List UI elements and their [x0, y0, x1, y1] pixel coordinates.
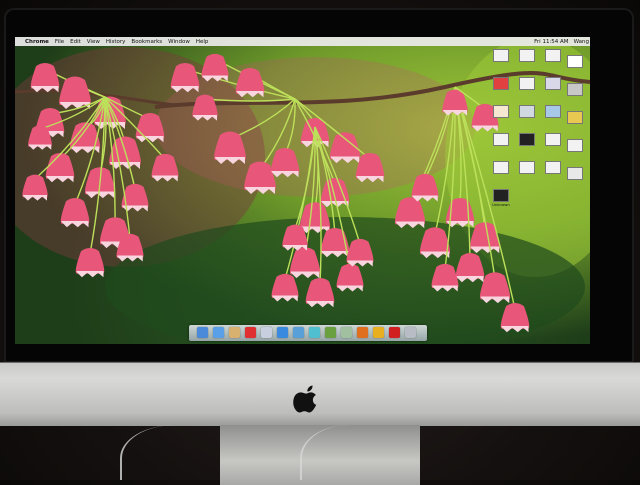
desktop-icon[interactable]: [542, 105, 564, 128]
desktop-icon[interactable]: Unknown: [490, 189, 512, 212]
desktop-icon-label: [564, 153, 586, 162]
desktop-icon-thumbnail: [545, 49, 561, 62]
desktop-icon-label: [516, 175, 538, 184]
dock: [189, 325, 427, 341]
desktop-icon-thumbnail: [519, 77, 535, 90]
desktop-icon[interactable]: [564, 139, 586, 162]
menu-clock[interactable]: Fri 11:54 AM: [534, 39, 568, 45]
desktop-icon[interactable]: [490, 161, 512, 184]
menu-history[interactable]: History: [106, 39, 126, 45]
desktop-icon-label: [564, 181, 586, 190]
desktop-icon-thumbnail: [519, 161, 535, 174]
desktop-icon[interactable]: [542, 77, 564, 100]
minecraft-icon[interactable]: [325, 327, 336, 338]
desktop-icon[interactable]: [542, 49, 564, 72]
desktop-icon-label: [542, 147, 564, 156]
desktop-icon-thumbnail: [519, 49, 535, 62]
photos-icon[interactable]: [229, 327, 240, 338]
desktop-icon-label: [490, 63, 512, 72]
menu-status-area: Fri 11:54 AM Wang: [534, 39, 590, 45]
kindle-icon[interactable]: [309, 327, 320, 338]
app-icon[interactable]: [341, 327, 352, 338]
desktop-icon-label: [564, 97, 586, 106]
desktop-icons: Unknown: [490, 49, 590, 309]
desktop-icon-thumbnail: [567, 111, 583, 124]
finder-icon[interactable]: [197, 327, 208, 338]
desktop-icon-thumbnail: [545, 161, 561, 174]
desktop-icon-thumbnail: [493, 49, 509, 62]
desktop-icon-label: [564, 125, 586, 134]
desktop-icon[interactable]: [542, 133, 564, 156]
desktop-icon-label: [516, 63, 538, 72]
firefox-icon[interactable]: [357, 327, 368, 338]
menu-view[interactable]: View: [87, 39, 100, 45]
desktop-icon[interactable]: [490, 133, 512, 156]
menu-edit[interactable]: Edit: [70, 39, 81, 45]
desktop-icon[interactable]: [516, 105, 538, 128]
menu-app-name[interactable]: Chrome: [25, 39, 49, 45]
desktop-icon-thumbnail: [519, 105, 535, 118]
desktop-icon-label: [516, 147, 538, 156]
book-icon[interactable]: [245, 327, 256, 338]
desktop-icon-label: Unknown: [492, 203, 510, 207]
power-cable: [120, 425, 212, 480]
desktop-icon-thumbnail: [567, 55, 583, 68]
desktop-icon[interactable]: [564, 111, 586, 134]
desktop-icon[interactable]: [516, 161, 538, 184]
desktop-icon-label: [490, 119, 512, 128]
desktop-icon-thumbnail: [493, 161, 509, 174]
desktop-icon-label: [490, 175, 512, 184]
chrome-icon[interactable]: [373, 327, 384, 338]
desktop-icon-thumbnail: [567, 139, 583, 152]
desktop-icon-label: [542, 175, 564, 184]
acrobat-icon[interactable]: [389, 327, 400, 338]
trash-icon[interactable]: [405, 327, 416, 338]
menu-file[interactable]: File: [55, 39, 64, 45]
desktop-icon-thumbnail: [567, 167, 583, 180]
desktop-icon-thumbnail: [545, 105, 561, 118]
desktop-icon[interactable]: [564, 83, 586, 106]
desktop-icon[interactable]: [490, 105, 512, 128]
desktop-icon-thumbnail: [493, 105, 509, 118]
desktop-icon[interactable]: [490, 77, 512, 100]
desktop-icon[interactable]: [490, 49, 512, 72]
desktop-icon-label: [542, 119, 564, 128]
imac-monitor: Chrome File Edit View History Bookmarks …: [0, 0, 640, 485]
desktop-screen: Chrome File Edit View History Bookmarks …: [15, 37, 590, 344]
desktop-icon-thumbnail: [545, 77, 561, 90]
safari-icon[interactable]: [277, 327, 288, 338]
desktop-icon-thumbnail: [519, 133, 535, 146]
folder-icon[interactable]: [261, 327, 272, 338]
desktop-icon-label: [542, 91, 564, 100]
desktop-icon-label: [490, 147, 512, 156]
desktop-icon-thumbnail: [493, 189, 509, 202]
apple-logo-icon: [293, 385, 317, 413]
desktop-icon[interactable]: [516, 77, 538, 100]
desktop-icon-label: [542, 63, 564, 72]
desktop-icon-label: [490, 91, 512, 100]
desktop-icon-label: [564, 69, 586, 78]
desktop-icon[interactable]: [542, 161, 564, 184]
desktop-icon[interactable]: [564, 55, 586, 78]
menu-bar: Chrome File Edit View History Bookmarks …: [15, 37, 590, 46]
menu-help[interactable]: Help: [196, 39, 209, 45]
desktop-icon[interactable]: [516, 133, 538, 156]
menu-bookmarks[interactable]: Bookmarks: [131, 39, 162, 45]
desktop-icon-label: [516, 119, 538, 128]
desktop-icon-thumbnail: [567, 83, 583, 96]
desktop-icon[interactable]: [564, 167, 586, 190]
desktop-icon-thumbnail: [545, 133, 561, 146]
desktop-icon[interactable]: [516, 49, 538, 72]
desktop-icon-thumbnail: [493, 133, 509, 146]
menu-user[interactable]: Wang: [574, 39, 589, 45]
desktop-icon-thumbnail: [493, 77, 509, 90]
globe-icon[interactable]: [293, 327, 304, 338]
desktop-icon-label: [516, 91, 538, 100]
app-store-icon[interactable]: [213, 327, 224, 338]
menu-window[interactable]: Window: [168, 39, 190, 45]
